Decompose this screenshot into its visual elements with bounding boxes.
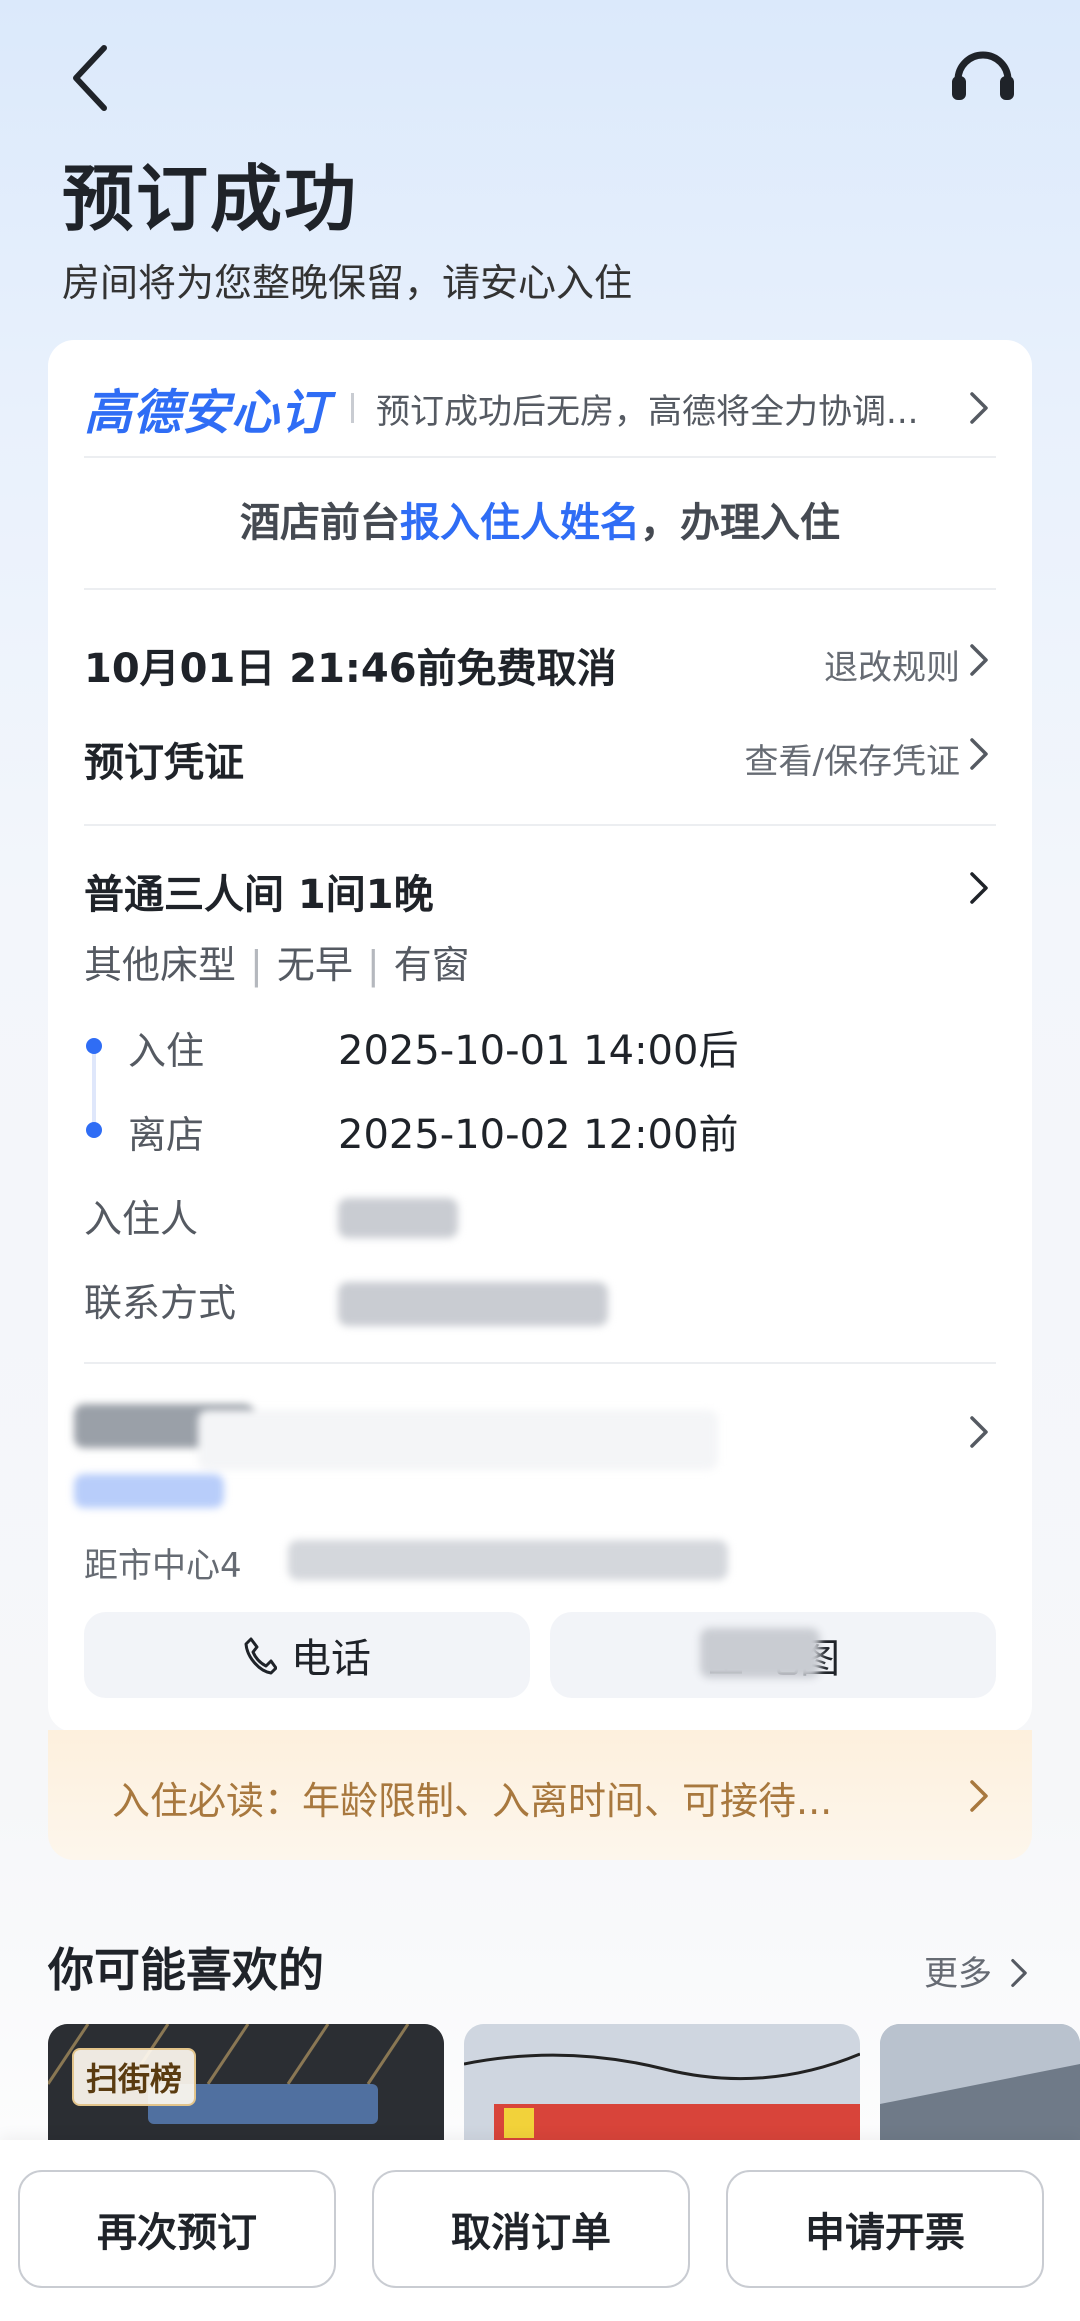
divider: [84, 588, 996, 590]
map-button[interactable]: 地图: [550, 1612, 996, 1698]
page-subtitle: 房间将为您整晚保留，请安心入住: [62, 261, 633, 305]
rebook-button[interactable]: 再次预订: [18, 2170, 336, 2288]
more-label: 更多: [924, 1954, 992, 1994]
gas-station-photo: [464, 2024, 860, 2144]
checkout-value: 2025-10-02 12:00前: [338, 1112, 739, 1158]
recommend-card[interactable]: 扫街榜: [48, 2024, 444, 2144]
breakfast: 无早: [276, 943, 353, 987]
bottom-action-bar: 再次预订 取消订单 申请开票: [0, 2140, 1080, 2321]
call-button[interactable]: 电话: [84, 1612, 530, 1698]
checkin-tip-prefix: 酒店前台: [240, 500, 400, 546]
free-cancellation-text: 10月01日 21:46前免费取消: [84, 646, 617, 692]
order-card: 高德安心订 预订成功后无房，高德将全力协调... 酒店前台报入住人姓名，办理入住…: [48, 340, 1032, 1732]
hotel-tag-redacted: [74, 1474, 224, 1508]
chevron-right-icon: [970, 1780, 988, 1812]
chevron-right-icon: [970, 738, 988, 770]
divider: [84, 456, 996, 458]
checkin-tip-highlight: 报入住人姓名: [400, 500, 640, 546]
window: 有窗: [393, 943, 470, 987]
room-features: 其他床型 | 无早 | 有窗: [84, 934, 470, 989]
checkin-label: 入住: [128, 1029, 205, 1073]
chevron-right-icon: [970, 392, 988, 424]
guarantee-brand: 高德安心订: [84, 385, 330, 441]
recommend-more-link[interactable]: 更多: [924, 1946, 1029, 1995]
map-label-redacted: [700, 1628, 820, 1678]
hotel-distance: 距市中心4: [84, 1546, 242, 1586]
guarantee-row[interactable]: 高德安心订 预订成功后无房，高德将全力协调...: [84, 366, 1004, 450]
timeline-dot: [86, 1038, 102, 1054]
voucher-label: 预订凭证: [84, 740, 244, 786]
chevron-left-icon: [73, 45, 107, 111]
cancel-order-button[interactable]: 取消订单: [372, 2170, 690, 2288]
bed-type: 其他床型: [84, 943, 237, 987]
contact-redacted: [338, 1282, 608, 1326]
timeline-dot: [86, 1122, 102, 1138]
hotel-address-redacted: [288, 1540, 728, 1580]
guest-label: 入住人: [84, 1197, 199, 1241]
phone-icon: [244, 1637, 277, 1675]
chevron-right-icon: [1011, 1959, 1027, 1987]
separator: |: [366, 943, 380, 987]
refund-rules-link[interactable]: 退改规则: [688, 640, 960, 689]
guarantee-description: 预订成功后无房，高德将全力协调...: [376, 391, 919, 432]
separator: |: [250, 943, 263, 987]
contact-label: 联系方式: [84, 1281, 237, 1325]
chevron-right-icon: [970, 1416, 988, 1448]
chevron-right-icon: [970, 644, 988, 676]
checkin-value: 2025-10-01 14:00后: [338, 1028, 739, 1074]
building-photo: [880, 2024, 1080, 2144]
invoice-button[interactable]: 申请开票: [726, 2170, 1044, 2288]
back-button[interactable]: [60, 38, 120, 118]
timeline-line: [92, 1048, 96, 1132]
guest-name-redacted: [338, 1198, 458, 1238]
recommend-title: 你可能喜欢的: [48, 1943, 324, 1997]
headset-icon: [952, 51, 1014, 100]
view-voucher-link[interactable]: 查看/保存凭证: [608, 734, 960, 783]
page-title: 预订成功: [62, 157, 359, 241]
checkin-tip-suffix: ，办理入住: [640, 500, 840, 546]
customer-service-button[interactable]: [948, 40, 1018, 110]
call-label: 电话: [291, 1636, 371, 1682]
brand-separator: [351, 393, 355, 423]
rank-badge: 扫街榜: [72, 2048, 197, 2106]
chevron-right-icon: [970, 872, 988, 904]
notice-text: 入住必读：年龄限制、入离时间、可接待...: [112, 1779, 833, 1823]
divider: [84, 1362, 996, 1364]
checkin-notice[interactable]: 入住必读：年龄限制、入离时间、可接待...: [48, 1730, 1032, 1860]
recommend-card[interactable]: [464, 2024, 860, 2144]
top-bar: [0, 0, 1080, 150]
divider: [84, 824, 996, 826]
checkout-label: 离店: [128, 1113, 205, 1157]
checkin-tip: 酒店前台报入住人姓名，办理入住: [48, 490, 1032, 548]
redaction-smear: [198, 1410, 718, 1470]
recommend-card[interactable]: [880, 2024, 1080, 2144]
room-title[interactable]: 普通三人间 1间1晚: [84, 862, 434, 920]
